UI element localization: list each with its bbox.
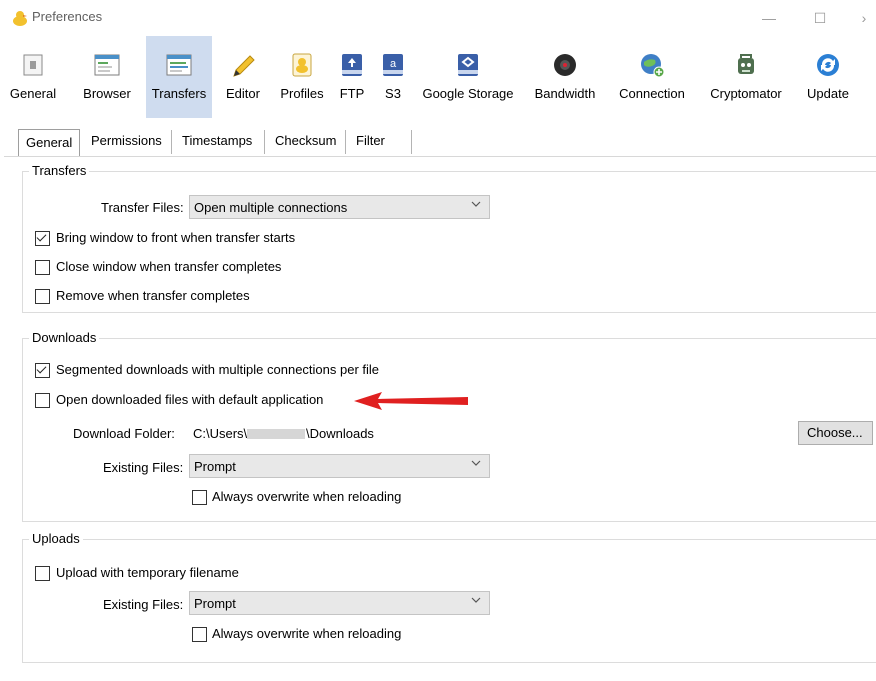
download-always-overwrite-label: Always overwrite when reloading xyxy=(212,489,402,504)
transfer-files-value: Open multiple connections xyxy=(194,200,348,215)
browser-icon xyxy=(94,54,120,76)
uploads-group-title: Uploads xyxy=(29,531,83,546)
toolbar-browser[interactable]: Browser xyxy=(78,36,136,118)
window-title: Preferences xyxy=(32,9,103,24)
toolbar-label: Editor xyxy=(226,86,260,101)
choose-folder-button[interactable]: Choose... xyxy=(798,421,873,445)
open-default-app-label: Open downloaded files with default appli… xyxy=(56,392,324,407)
toolbar-update[interactable]: Update xyxy=(800,36,856,118)
toolbar-label: General xyxy=(9,86,57,101)
tab-separator xyxy=(411,130,412,154)
toolbar-bandwidth[interactable]: Bandwidth xyxy=(528,36,602,118)
toolbar-label: S3 xyxy=(385,86,401,101)
upload-existing-files-value: Prompt xyxy=(194,596,236,611)
download-folder-prefix: C:\Users\ xyxy=(193,426,248,441)
close-button[interactable]: › xyxy=(852,6,876,30)
minimize-button[interactable]: — xyxy=(757,6,781,30)
general-icon xyxy=(23,54,43,76)
chevron-down-icon xyxy=(471,201,481,207)
bring-to-front-label: Bring window to front when transfer star… xyxy=(56,230,296,245)
tab-general[interactable]: General xyxy=(18,129,81,157)
toolbar-google-storage[interactable]: Google Storage xyxy=(416,36,520,118)
redacted-username xyxy=(247,429,305,439)
upload-always-overwrite-checkbox[interactable] xyxy=(192,627,207,642)
toolbar-editor[interactable]: Editor xyxy=(218,36,268,118)
transfer-files-select[interactable]: Open multiple connections xyxy=(189,195,490,219)
title-bar: Preferences — ☐ › xyxy=(0,0,876,34)
open-default-app-checkbox[interactable] xyxy=(35,393,50,408)
transfer-files-label: Transfer Files: xyxy=(101,200,184,215)
svg-text:a: a xyxy=(390,58,397,70)
toolbar-cryptomator[interactable]: Cryptomator xyxy=(700,36,792,118)
transfers-icon xyxy=(166,54,192,76)
preferences-toolbar: General Browser Transfers Editor Profile… xyxy=(0,36,876,120)
upload-existing-files-select[interactable]: Prompt xyxy=(189,591,490,615)
remove-when-complete-label: Remove when transfer completes xyxy=(56,288,250,303)
upload-existing-files-label: Existing Files: xyxy=(103,597,184,612)
ftp-icon xyxy=(342,54,362,76)
upload-temp-filename-checkbox[interactable] xyxy=(35,566,50,581)
close-window-label: Close window when transfer completes xyxy=(56,259,282,274)
segmented-downloads-checkbox[interactable] xyxy=(35,363,50,378)
s3-icon: a xyxy=(383,54,403,76)
remove-when-complete-checkbox[interactable] xyxy=(35,289,50,304)
tab-separator xyxy=(345,130,346,154)
download-existing-files-value: Prompt xyxy=(194,459,236,474)
toolbar-label: Bandwidth xyxy=(534,86,596,101)
profiles-icon xyxy=(292,53,312,77)
update-icon xyxy=(817,54,839,76)
download-always-overwrite-checkbox[interactable] xyxy=(192,490,207,505)
download-existing-files-label: Existing Files: xyxy=(103,460,184,475)
chevron-down-icon xyxy=(471,597,481,603)
cyberduck-app-icon xyxy=(13,11,27,26)
chevron-down-icon xyxy=(471,460,481,466)
toolbar-label: FTP xyxy=(339,86,365,101)
toolbar-profiles[interactable]: Profiles xyxy=(275,36,329,118)
bandwidth-icon xyxy=(554,54,576,76)
transfers-group-title: Transfers xyxy=(29,163,90,178)
toolbar-general[interactable]: General xyxy=(8,36,58,118)
close-window-checkbox[interactable] xyxy=(35,260,50,275)
toolbar-label: Transfers xyxy=(151,86,207,101)
downloads-group-title: Downloads xyxy=(29,330,100,345)
segmented-downloads-label: Segmented downloads with multiple connec… xyxy=(56,362,380,377)
cryptomator-icon xyxy=(738,54,754,74)
toolbar-transfers[interactable]: Transfers xyxy=(146,36,212,118)
download-folder-suffix: \Downloads xyxy=(306,426,374,441)
toolbar-label: Update xyxy=(807,86,849,101)
tab-separator xyxy=(264,130,265,154)
toolbar-label: Connection xyxy=(619,86,685,101)
toolbar-ftp[interactable]: FTP xyxy=(334,36,370,118)
connection-icon xyxy=(641,54,665,78)
upload-temp-filename-label: Upload with temporary filename xyxy=(56,565,239,580)
toolbar-label: Browser xyxy=(83,86,131,101)
toolbar-label: Profiles xyxy=(280,86,324,101)
bring-to-front-checkbox[interactable] xyxy=(35,231,50,246)
toolbar-label: Google Storage xyxy=(422,86,514,101)
maximize-button[interactable]: ☐ xyxy=(808,6,832,30)
toolbar-label: Cryptomator xyxy=(710,86,782,101)
upload-always-overwrite-label: Always overwrite when reloading xyxy=(212,626,402,641)
toolbar-s3[interactable]: a S3 xyxy=(376,36,410,118)
tab-strip: General Permissions Timestamps Checksum … xyxy=(14,126,874,157)
tab-timestamps[interactable]: Timestamps xyxy=(175,128,259,154)
tab-separator xyxy=(171,130,172,154)
download-existing-files-select[interactable]: Prompt xyxy=(189,454,490,478)
red-arrow-annotation xyxy=(354,392,468,410)
tab-permissions[interactable]: Permissions xyxy=(84,128,169,154)
tab-filter[interactable]: Filter xyxy=(349,128,392,154)
google-storage-icon xyxy=(458,54,478,76)
tab-checksum[interactable]: Checksum xyxy=(268,128,343,154)
toolbar-connection[interactable]: Connection xyxy=(612,36,692,118)
pencil-icon xyxy=(233,55,255,77)
download-folder-label: Download Folder: xyxy=(73,426,175,441)
